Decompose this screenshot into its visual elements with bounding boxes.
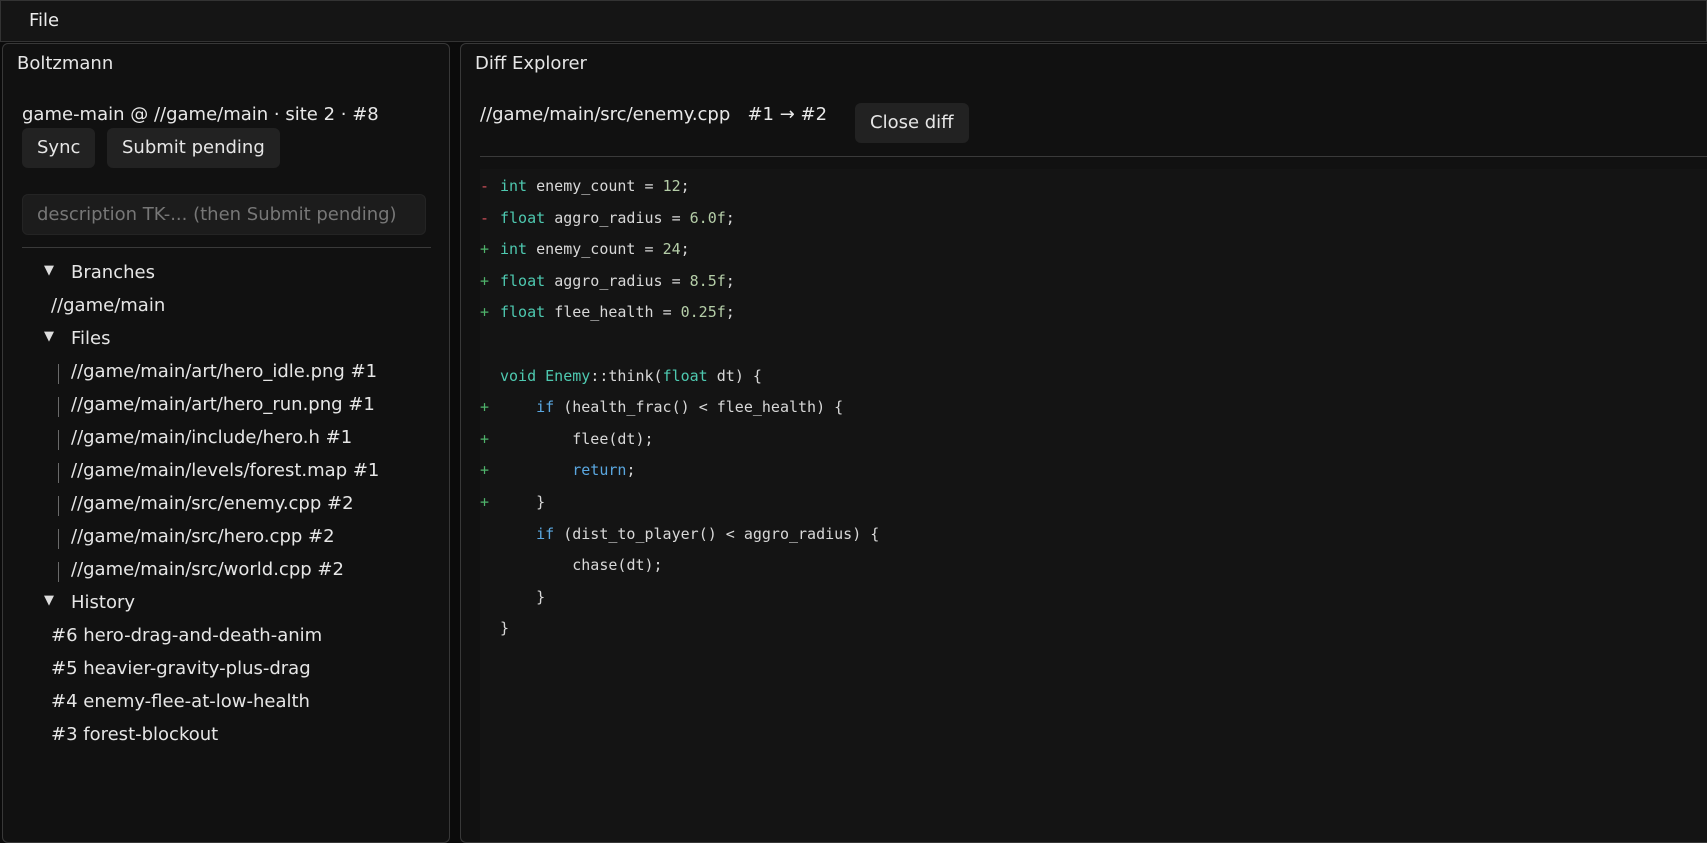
diff-marker: + (480, 429, 490, 448)
history-item[interactable]: #3 forest-blockout (51, 723, 218, 747)
diff-line-ctx: if (dist_to_player() < aggro_radius) { (480, 522, 879, 546)
diff-line-add: + flee(dt); (480, 427, 654, 451)
diff-line-add: + float flee_health = 0.25f; (480, 300, 735, 324)
history-item[interactable]: #4 enemy-flee-at-low-health (51, 690, 310, 714)
diff-line-ctx: void Enemy::think(float dt) { (480, 364, 762, 388)
diff-marker: + (480, 398, 490, 417)
diff-marker: - (480, 208, 490, 227)
close-diff-button[interactable]: Close diff (855, 103, 969, 143)
file-item[interactable]: //game/main/art/hero_run.png #1 (71, 393, 375, 417)
diff-explorer-panel: Diff Explorer //game/main/src/enemy.cpp … (460, 43, 1707, 843)
tree-guide-line (58, 562, 59, 582)
tree-guide-line (58, 529, 59, 549)
diff-line-del: - int enemy_count = 12; (480, 174, 690, 198)
diff-file-header: //game/main/src/enemy.cpp #1 → #2 (480, 104, 828, 125)
diff-line-text: if (dist_to_player() < aggro_radius) { (536, 524, 880, 543)
file-item[interactable]: //game/main/include/hero.h #1 (71, 426, 352, 450)
expand-triangle-icon[interactable]: ▼ (44, 329, 54, 344)
diff-line-text: } (536, 587, 546, 606)
history-item[interactable]: #5 heavier-gravity-plus-drag (51, 657, 311, 681)
file-item[interactable]: //game/main/src/hero.cpp #2 (71, 525, 335, 549)
branch-item[interactable]: //game/main (51, 294, 165, 318)
file-item[interactable]: //game/main/levels/forest.map #1 (71, 459, 379, 483)
description-input[interactable]: description TK-... (then Submit pending) (22, 194, 426, 235)
tree-section-branches[interactable]: Branches (71, 261, 155, 285)
diff-line-text: flee(dt); (572, 429, 654, 448)
panel-title: Boltzmann (17, 53, 114, 74)
tree-guide-line (58, 463, 59, 483)
expand-triangle-icon[interactable]: ▼ (44, 263, 54, 278)
file-item[interactable]: //game/main/art/hero_idle.png #1 (71, 360, 377, 384)
diff-line-text: if (health_frac() < flee_health) { (536, 398, 844, 417)
diff-marker: + (480, 493, 490, 511)
diff-line-text: } (536, 493, 546, 511)
diff-marker: - (480, 177, 490, 195)
diff-line-text: int enemy_count = 24; (500, 240, 690, 259)
history-item[interactable]: #6 hero-drag-and-death-anim (51, 624, 322, 648)
diff-code-view[interactable]: - int enemy_count = 12; - float aggro_radiu… (480, 169, 1707, 842)
diff-marker: + (480, 303, 490, 322)
diff-line-ctx: } (480, 585, 545, 609)
diff-marker: + (480, 271, 490, 290)
submit-pending-button[interactable]: Submit pending (107, 128, 280, 168)
diff-line-add: + float aggro_radius = 8.5f; (480, 269, 735, 293)
menu-file[interactable]: File (29, 10, 59, 31)
file-item[interactable]: //game/main/src/enemy.cpp #2 (71, 492, 354, 516)
diff-line-text: chase(dt); (572, 556, 663, 575)
tree-section-files[interactable]: Files (71, 327, 111, 351)
tree-guide-line (58, 397, 59, 417)
tree-section-history[interactable]: History (71, 591, 135, 615)
panel-title: Diff Explorer (475, 53, 587, 74)
divider (22, 247, 431, 248)
diff-line-add: + int enemy_count = 24; (480, 237, 690, 261)
sync-button[interactable]: Sync (22, 128, 96, 168)
diff-line-ctx: } (480, 616, 509, 640)
tree-guide-line (58, 496, 59, 516)
diff-line-ctx (480, 332, 500, 356)
diff-line-text: void Enemy::think(float dt) { (500, 366, 762, 385)
diff-line-text: } (500, 619, 510, 638)
tree-guide-line (58, 430, 59, 450)
diff-line-text: float aggro_radius = 6.0f; (500, 208, 735, 227)
diff-line-text: int enemy_count = 12; (500, 177, 690, 195)
menubar: File (0, 0, 1707, 42)
workspace-info: game-main @ //game/main · site 2 · #8 (22, 104, 379, 125)
diff-marker: + (480, 240, 490, 259)
workspace-panel: Boltzmann game-main @ //game/main · site… (2, 43, 450, 843)
diff-line-add: + if (health_frac() < flee_health) { (480, 395, 843, 419)
divider (480, 156, 1707, 157)
diff-line-ctx: chase(dt); (480, 553, 663, 577)
tree-guide-line (58, 364, 59, 384)
diff-line-text: float flee_health = 0.25f; (500, 303, 735, 322)
file-item[interactable]: //game/main/src/world.cpp #2 (71, 558, 344, 582)
diff-line-text: return; (572, 461, 636, 480)
diff-line-del: - float aggro_radius = 6.0f; (480, 206, 735, 230)
diff-line-text: float aggro_radius = 8.5f; (500, 271, 735, 290)
diff-line-add: + } (480, 490, 545, 514)
diff-line-add: + return; (480, 458, 635, 482)
diff-marker: + (480, 461, 490, 480)
expand-triangle-icon[interactable]: ▼ (44, 593, 54, 608)
